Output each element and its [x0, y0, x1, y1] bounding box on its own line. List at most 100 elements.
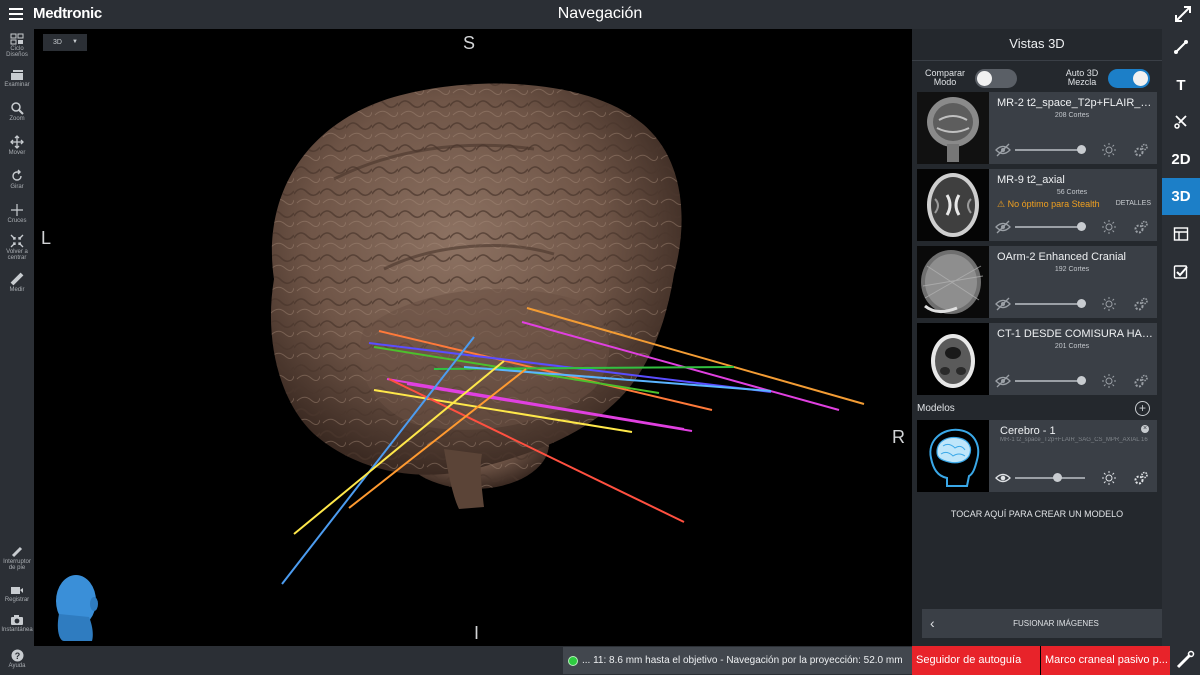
warning-icon: ⚠ [997, 199, 1008, 209]
series-slice-count: 192 Cortes [1054, 266, 1090, 273]
tool-label: Zoom [9, 116, 25, 122]
model-card[interactable]: Cerebro - 1 × MR-1 t2_space_T2p+FLAIR_SA… [917, 420, 1157, 492]
tool-cut[interactable] [1162, 104, 1200, 141]
autoguide-tracker-button[interactable]: Seguidor de autoguía [912, 646, 1040, 675]
brightness-icon[interactable] [1101, 296, 1117, 312]
fuse-images-label: FUSIONAR IMÁGENES [1013, 619, 1099, 628]
model-name: Cerebro - 1 [1000, 425, 1056, 437]
head-orientation-icon[interactable] [56, 575, 98, 641]
series-name: MR-2 t2_space_T2p+FLAIR_S... [997, 97, 1153, 109]
ruler-icon [10, 272, 24, 286]
instrument-tool-button[interactable] [1170, 646, 1200, 675]
opacity-slider-knob[interactable] [1077, 222, 1086, 231]
tool-snapshot[interactable]: Instantánea [0, 614, 34, 633]
left-toolbar: Ciclo Diseños Examinar Zoom Mover Girar … [0, 29, 34, 675]
svg-text:?: ? [14, 651, 20, 661]
visibility-off-icon[interactable] [995, 373, 1011, 389]
tool-2d-view[interactable]: 2D [1162, 141, 1200, 178]
visibility-off-icon[interactable] [995, 142, 1011, 158]
settings-gear-icon[interactable] [1133, 142, 1149, 158]
brand-logo: Medtronic [33, 5, 102, 22]
auto-3d-blend-toggle[interactable] [1108, 69, 1150, 88]
tool-recenter[interactable]: Volver a centrar [0, 234, 34, 261]
orientation-inferior: I [474, 623, 480, 643]
brightness-icon[interactable] [1101, 470, 1117, 486]
opacity-slider[interactable] [1015, 380, 1085, 382]
series-slice-count: 208 Cortes [1054, 112, 1090, 119]
details-link[interactable]: DETALLES [1116, 200, 1151, 207]
tool-help[interactable]: ? Ayuda [0, 649, 34, 669]
visibility-off-icon[interactable] [995, 219, 1011, 235]
opacity-slider-knob[interactable] [1077, 145, 1086, 154]
opacity-slider-knob[interactable] [1077, 299, 1086, 308]
tool-rotate[interactable]: Girar [0, 169, 34, 190]
chevron-down-icon: ▼ [72, 39, 78, 45]
tool-record[interactable]: Registrar [0, 585, 34, 603]
text-icon: T [1176, 77, 1186, 94]
opacity-slider[interactable] [1015, 149, 1085, 151]
tool-label: Mover [8, 150, 26, 156]
auto-3d-blend-label: Auto 3D Mezcla [1065, 68, 1099, 87]
passive-cranial-frame-button[interactable]: Marco craneal pasivo p... [1041, 646, 1170, 675]
status-indicator-icon [568, 656, 578, 666]
layout-icon [1173, 227, 1189, 241]
settings-gear-icon[interactable] [1133, 470, 1149, 486]
remove-model-icon[interactable]: × [1141, 425, 1149, 433]
brightness-icon[interactable] [1101, 142, 1117, 158]
opacity-slider-knob[interactable] [1077, 376, 1086, 385]
tool-zoom[interactable]: Zoom [0, 101, 34, 122]
opacity-slider[interactable] [1015, 303, 1085, 305]
opacity-slider-knob[interactable] [1053, 473, 1062, 482]
visibility-off-icon[interactable] [995, 296, 1011, 312]
fullscreen-icon[interactable] [1174, 5, 1192, 23]
divider [912, 60, 1162, 61]
compare-mode-toggle[interactable] [975, 69, 1017, 88]
page-title: Navegación [557, 5, 643, 22]
series-card[interactable]: MR-9 t2_axial 56 Cortes ⚠ No óptimo para… [917, 169, 1157, 241]
views-3d-panel: Vistas 3D Comparar Modo Auto 3D Mezcla M… [912, 29, 1190, 646]
tool-label: Instantánea [1, 627, 33, 633]
view-3d-icon: 3D [1171, 188, 1191, 205]
opacity-slider[interactable] [1015, 477, 1085, 479]
navigation-status-text: ... 11: 8.6 mm hasta el objetivo - Naveg… [582, 655, 903, 666]
tool-3d-view[interactable]: 3D [1162, 178, 1200, 215]
series-card[interactable]: MR-2 t2_space_T2p+FLAIR_S... 208 Cortes [917, 92, 1157, 164]
tool-checklist[interactable] [1162, 254, 1200, 291]
series-thumbnail-ct [917, 323, 989, 395]
settings-gear-icon[interactable] [1133, 296, 1149, 312]
tool-browse[interactable]: Examinar [0, 69, 34, 88]
tool-layout[interactable] [1162, 216, 1200, 253]
fuse-images-button[interactable]: ‹ FUSIONAR IMÁGENES [922, 609, 1190, 638]
orientation-superior: S [463, 33, 476, 53]
view-selector-dropdown[interactable]: 3D ▼ [43, 34, 87, 51]
tool-measure[interactable]: Medir [0, 272, 34, 293]
menu-icon[interactable] [9, 8, 23, 20]
tool-move[interactable]: Mover [0, 135, 34, 156]
tool-footswitch[interactable]: Interruptor de pie [0, 546, 34, 571]
series-card[interactable]: OArm-2 Enhanced Cranial 192 Cortes [917, 246, 1157, 318]
brain-3d-render[interactable] [34, 29, 912, 646]
visibility-on-icon[interactable] [995, 470, 1011, 486]
brightness-icon[interactable] [1101, 219, 1117, 235]
opacity-slider[interactable] [1015, 226, 1085, 228]
settings-gear-icon[interactable] [1133, 219, 1149, 235]
compare-mode-label: Comparar Modo [924, 68, 965, 87]
tool-trajectory[interactable] [1162, 29, 1200, 66]
add-model-button[interactable]: + [1135, 401, 1150, 416]
navigation-status[interactable]: ... 11: 8.6 mm hasta el objetivo - Naveg… [563, 647, 912, 674]
brightness-icon[interactable] [1101, 373, 1117, 389]
series-card[interactable]: CT-1 DESDE COMISURA HAST... 201 Cortes [917, 323, 1157, 395]
tool-crosshair[interactable]: Cruces [0, 203, 34, 224]
bottom-status-bar: ... 11: 8.6 mm hasta el objetivo - Naveg… [34, 646, 912, 675]
series-thumbnail-mr-axial [917, 169, 989, 241]
settings-gear-icon[interactable] [1133, 373, 1149, 389]
record-icon [11, 587, 23, 594]
tool-text[interactable]: T [1162, 67, 1200, 104]
3d-viewport[interactable]: 3D ▼ S I L R [34, 29, 912, 646]
series-controls [995, 142, 1155, 158]
tool-label: Girar [10, 184, 24, 190]
probe-icon [1176, 650, 1195, 669]
series-controls [995, 373, 1155, 389]
tool-layout-cycle[interactable]: Ciclo Diseños [0, 33, 34, 58]
create-model-link[interactable]: TOCAR AQUÍ PARA CREAR UN MODELO [912, 509, 1162, 519]
